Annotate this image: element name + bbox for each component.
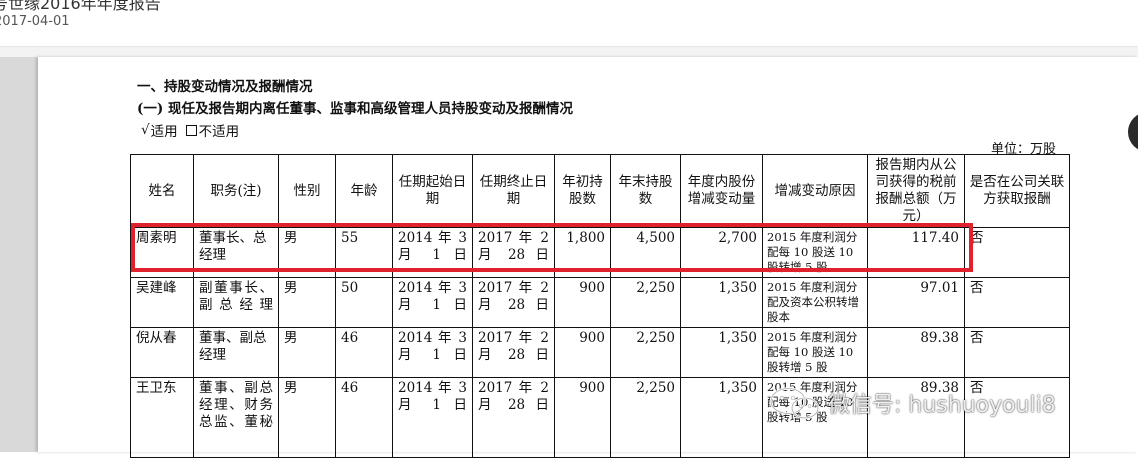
- check-mark-icon: √: [141, 122, 150, 138]
- end-date-cell: 2017 年 2 月 28 日: [472, 377, 555, 458]
- table-row: 王卫东 董事、副总经理、财务总监、董秘 男 46 2014 年 3 月 1 日 …: [130, 377, 1070, 458]
- end-shares-cell: 2,250: [610, 377, 681, 458]
- header-cell: 任期起始日期: [392, 154, 473, 228]
- pay-cell: 89.38: [867, 327, 965, 378]
- position-cell: 董事、副总经理、财务总监、董秘: [193, 377, 279, 458]
- position-cell: 副董事长、副总经理: [193, 277, 279, 328]
- related-cell: 否: [964, 277, 1070, 328]
- end-shares-cell: 2,250: [610, 327, 681, 378]
- pay-cell: 89.38: [867, 377, 965, 458]
- end-date-cell: 2017 年 2 月 28 日: [472, 327, 555, 378]
- position-cell: 董事、副总经理: [193, 327, 279, 378]
- header-cell: 增减变动原因: [762, 154, 868, 228]
- empty-checkbox-icon: [185, 124, 197, 136]
- reason-cell: 2015 年度利润分配及资本公积转增股本: [762, 277, 868, 328]
- not-applicable-label: 不适用: [198, 124, 240, 140]
- start-date-cell: 2014 年 3 月 1 日: [392, 327, 473, 378]
- pay-cell: 117.40: [867, 227, 965, 278]
- header-cell: 年度内股份增减变动量: [680, 154, 763, 228]
- reason-cell: 2015 年度利润分配每 10 股送 10 股转增 5 股: [762, 377, 868, 458]
- related-cell: 否: [964, 377, 1070, 458]
- document-date: 2017-04-01: [0, 14, 70, 29]
- begin-shares-cell: 900: [554, 277, 611, 328]
- start-date-cell: 2014 年 3 月 1 日: [392, 227, 473, 278]
- begin-shares-cell: 900: [554, 377, 611, 458]
- applicability-line: √ 适用 不适用: [141, 120, 239, 140]
- change-cell: 2,700: [680, 227, 763, 278]
- name-cell: 周素明: [130, 227, 194, 278]
- section-heading: 一、持股变动情况及报酬情况: [137, 79, 313, 95]
- header-cell: 姓名: [130, 154, 194, 228]
- change-cell: 1,350: [680, 377, 763, 458]
- gender-cell: 男: [278, 377, 336, 458]
- age-cell: 46: [335, 327, 393, 378]
- pay-cell: 97.01: [867, 277, 965, 328]
- table-header-row: 姓名 职务(注) 性别 年龄 任期起始日期 任期终止日期 年初持股数 年末持股数…: [130, 154, 1070, 228]
- related-cell: 否: [964, 227, 1070, 278]
- age-cell: 50: [335, 277, 393, 328]
- start-date-cell: 2014 年 3 月 1 日: [392, 377, 473, 458]
- applicable-label: 适用: [150, 124, 178, 140]
- start-date-cell: 2014 年 3 月 1 日: [392, 277, 473, 328]
- subsection-heading: (一) 现任及报告期内离任董事、监事和高级管理人员持股变动及报酬情况: [137, 101, 573, 117]
- end-date-cell: 2017 年 2 月 28 日: [472, 227, 555, 278]
- header-cell: 年末持股数: [610, 154, 681, 228]
- header-cell: 是否在公司关联方获取报酬: [964, 154, 1070, 228]
- header-cell: 报告期内从公司获得的税前报酬总额（万元）: [867, 154, 965, 228]
- begin-shares-cell: 1,800: [554, 227, 611, 278]
- table-row: 吴建峰 副董事长、副总经理 男 50 2014 年 3 月 1 日 2017 年…: [130, 277, 1070, 328]
- position-cell: 董事长、总经理: [193, 227, 279, 278]
- name-cell: 王卫东: [130, 377, 194, 458]
- name-cell: 吴建峰: [130, 277, 194, 328]
- gender-cell: 男: [278, 227, 336, 278]
- end-shares-cell: 2,250: [610, 277, 681, 328]
- end-shares-cell: 4,500: [610, 227, 681, 278]
- document-title: 号世缘2016年年度报告: [0, 0, 161, 13]
- age-cell: 55: [335, 227, 393, 278]
- document-header: 号世缘2016年年度报告 2017-04-01: [0, 0, 1138, 47]
- header-cell: 职务(注): [193, 154, 279, 228]
- age-cell: 46: [335, 377, 393, 458]
- name-cell: 倪从春: [130, 327, 194, 378]
- end-date-cell: 2017 年 2 月 28 日: [472, 277, 555, 328]
- gender-cell: 男: [278, 277, 336, 328]
- table-row: 倪从春 董事、副总经理 男 46 2014 年 3 月 1 日 2017 年 2…: [130, 327, 1070, 378]
- related-cell: 否: [964, 327, 1070, 378]
- table-row: 周素明 董事长、总经理 男 55 2014 年 3 月 1 日 2017 年 2…: [130, 227, 1070, 278]
- header-cell: 任期终止日期: [472, 154, 555, 228]
- page-gutter: [0, 57, 38, 452]
- change-cell: 1,350: [680, 327, 763, 378]
- gender-cell: 男: [278, 327, 336, 378]
- shareholding-table: 姓名 职务(注) 性别 年龄 任期起始日期 任期终止日期 年初持股数 年末持股数…: [130, 154, 1070, 458]
- begin-shares-cell: 900: [554, 327, 611, 378]
- header-cell: 年龄: [335, 154, 393, 228]
- header-cell: 性别: [278, 154, 336, 228]
- header-cell: 年初持股数: [554, 154, 611, 228]
- change-cell: 1,350: [680, 277, 763, 328]
- reason-cell: 2015 年度利润分配每 10 股送 10 股转增 5 股: [762, 327, 868, 378]
- reason-cell: 2015 年度利润分配每 10 股送 10 股转增 5 股: [762, 227, 868, 278]
